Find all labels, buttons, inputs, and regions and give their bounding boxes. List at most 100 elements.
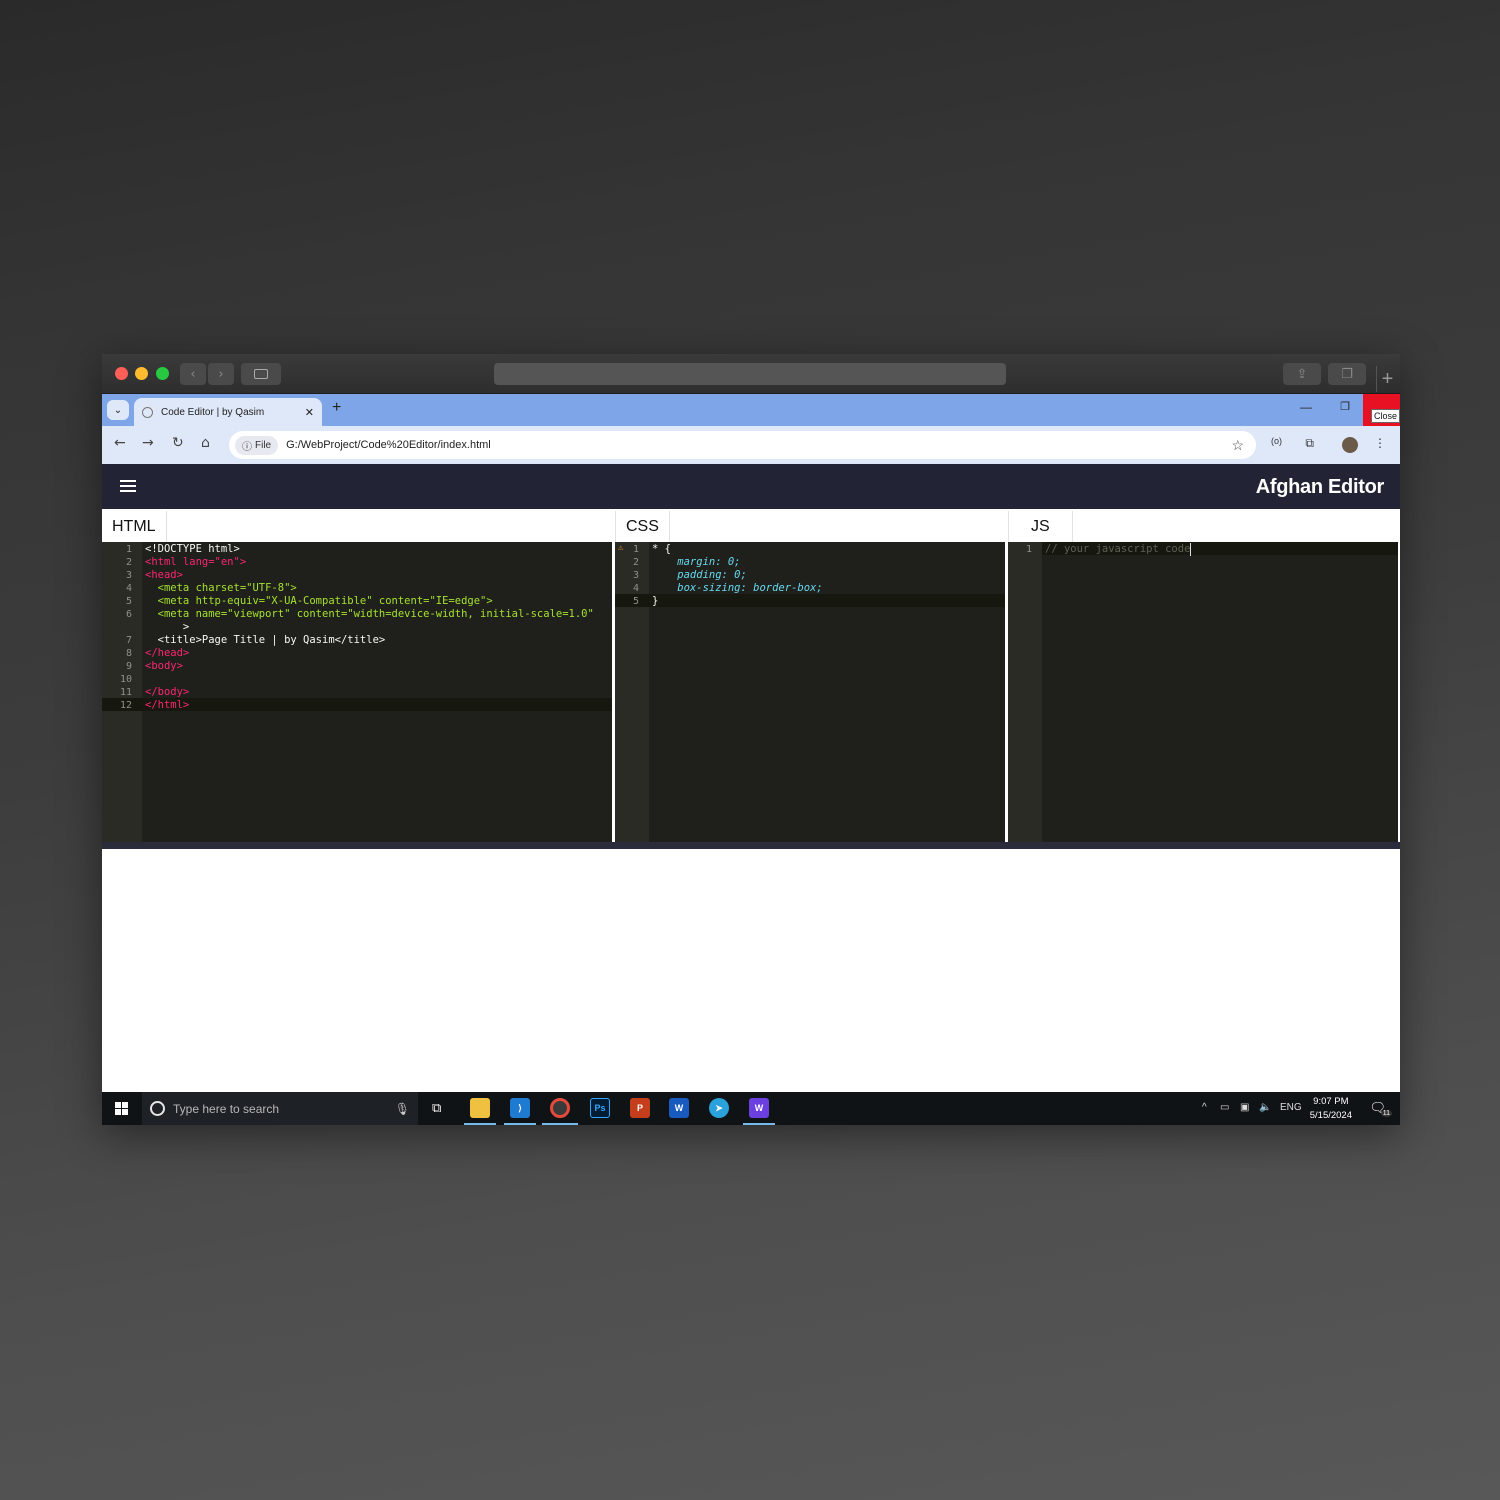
js-pane: JS 1 // your javascript code: [1008, 509, 1398, 844]
sidebar-icon: [254, 369, 268, 379]
code-line: </body>: [145, 686, 190, 698]
share-icon: ⇪: [1296, 366, 1308, 382]
resize-divider[interactable]: [102, 842, 1400, 849]
bookmark-star-icon[interactable]: ☆: [1231, 437, 1244, 454]
editors-container: HTML 1 2 3 4 5 6 7 8 9 10 11 12 <!DOCTYP…: [102, 509, 1400, 844]
powerpoint-icon[interactable]: P: [630, 1098, 650, 1118]
photoshop-icon[interactable]: Ps: [590, 1098, 610, 1118]
code-line: }: [652, 595, 659, 607]
extensions-icon[interactable]: ⧉: [1305, 436, 1314, 451]
cortana-icon: [150, 1101, 165, 1116]
code-line: <head>: [145, 569, 183, 581]
url-text: G:/WebProject/Code%20Editor/index.html: [286, 439, 491, 451]
cast-icon[interactable]: (o): [1271, 436, 1282, 446]
network-icon[interactable]: ▣: [1240, 1102, 1249, 1113]
tab-html[interactable]: HTML: [102, 511, 167, 542]
code-line: <html lang="en">: [145, 556, 247, 568]
address-bar: ← → ↻ ⌂ ⓘ File G:/WebProject/Code%20Edito…: [102, 426, 1400, 464]
line-number: 3: [125, 570, 132, 581]
site-info-chip[interactable]: ⓘ File: [235, 435, 279, 455]
css-pane: CSS ⚠ 1 2 3 4 5 * { margin: 0; padding: …: [615, 509, 1005, 844]
line-number: 6: [125, 609, 132, 620]
tab-title: Code Editor | by Qasim: [161, 406, 265, 418]
windows-taskbar: Type here to search 🎙 ⧉ ⟩ Ps P W ➤ W ^ ▭…: [102, 1092, 1400, 1125]
chevron-left-icon: ‹: [190, 366, 196, 382]
telegram-icon[interactable]: ➤: [709, 1098, 729, 1118]
code-line: // your javascript code: [1045, 543, 1192, 556]
file-explorer-icon[interactable]: [470, 1098, 490, 1118]
mac-tabs-button[interactable]: ❐: [1328, 363, 1366, 385]
info-icon: ⓘ: [242, 441, 252, 453]
window-minimize-button[interactable]: —: [1300, 400, 1312, 414]
language-indicator[interactable]: ENG: [1280, 1102, 1302, 1113]
window-restore-button[interactable]: ❐: [1340, 400, 1350, 413]
html-code-editor[interactable]: 1 2 3 4 5 6 7 8 9 10 11 12 <!DOCTYPE htm…: [102, 542, 612, 842]
chevron-up-icon[interactable]: ^: [1202, 1102, 1207, 1113]
mac-new-tab-button[interactable]: +: [1376, 366, 1398, 392]
mac-address-field[interactable]: [494, 363, 1006, 385]
html-pane: HTML 1 2 3 4 5 6 7 8 9 10 11 12 <!DOCTYP…: [102, 509, 612, 844]
code-line: padding: 0;: [652, 569, 747, 581]
tab-js[interactable]: JS: [1008, 511, 1073, 542]
back-arrow-icon[interactable]: ←: [114, 435, 126, 451]
kebab-menu-icon[interactable]: ⋮: [1374, 436, 1386, 450]
clock-date: 5/15/2024: [1309, 1110, 1352, 1121]
code-line: <!DOCTYPE html>: [145, 543, 240, 555]
microphone-icon[interactable]: 🎙: [395, 1102, 410, 1116]
brand-title: Afghan Editor: [1255, 476, 1385, 498]
taskbar-search[interactable]: Type here to search 🎙: [142, 1092, 418, 1125]
code-line: <body>: [145, 660, 183, 672]
clock-time: 9:07 PM: [1313, 1096, 1349, 1107]
app-header: Afghan Editor: [102, 464, 1400, 509]
hamburger-menu-icon[interactable]: [120, 480, 136, 495]
forward-arrow-icon[interactable]: →: [142, 435, 154, 451]
windows-start-icon[interactable]: [115, 1102, 129, 1115]
browser-tab[interactable]: Code Editor | by Qasim ✕: [134, 398, 322, 426]
tab-close-icon[interactable]: ✕: [305, 406, 314, 419]
mac-sidebar-button[interactable]: [241, 363, 281, 385]
line-number: 10: [119, 674, 132, 685]
mac-titlebar: ‹ › ⇪ ❐ +: [102, 354, 1400, 394]
line-number: 3: [632, 570, 639, 581]
notification-badge: 11: [1380, 1110, 1392, 1117]
chevron-down-icon: ⌄: [113, 404, 123, 416]
battery-icon[interactable]: ▭: [1220, 1102, 1229, 1113]
mac-forward-button[interactable]: ›: [208, 363, 234, 385]
mac-zoom-button[interactable]: [156, 367, 169, 380]
js-code-editor[interactable]: 1 // your javascript code: [1008, 542, 1398, 842]
word-icon[interactable]: W: [669, 1098, 689, 1118]
code-line: </html>: [145, 699, 190, 711]
task-view-icon[interactable]: ⧉: [432, 1100, 441, 1116]
line-number: 8: [125, 648, 132, 659]
reload-icon[interactable]: ↻: [172, 435, 184, 451]
new-tab-button[interactable]: +: [332, 399, 341, 417]
taskbar-clock[interactable]: 9:07 PM 5/15/2024: [1310, 1095, 1352, 1123]
line-number: 7: [125, 635, 132, 646]
chrome-icon[interactable]: [550, 1098, 570, 1118]
tab-search-button[interactable]: ⌄: [107, 400, 129, 420]
mac-minimize-button[interactable]: [135, 367, 148, 380]
line-number: 2: [125, 557, 132, 568]
line-number: 1: [125, 544, 132, 555]
code-line: <meta charset="UTF-8">: [145, 582, 297, 594]
url-omnibox[interactable]: ⓘ File G:/WebProject/Code%20Editor/index.…: [229, 431, 1256, 459]
mac-back-button[interactable]: ‹: [180, 363, 206, 385]
css-code-editor[interactable]: ⚠ 1 2 3 4 5 * { margin: 0; padding: 0; b…: [615, 542, 1005, 842]
mac-browser-window: ‹ › ⇪ ❐ + ⌄ Code Editor | by Qasim ✕ + —…: [102, 354, 1400, 1125]
home-icon[interactable]: ⌂: [201, 435, 210, 451]
active-indicator: [464, 1123, 496, 1125]
profile-avatar[interactable]: [1342, 437, 1358, 453]
taskbar-search-placeholder: Type here to search: [173, 1101, 280, 1116]
tab-css[interactable]: CSS: [615, 511, 670, 542]
line-gutter: [1008, 542, 1042, 842]
volume-icon[interactable]: 🔈: [1259, 1102, 1271, 1113]
app-icon[interactable]: W: [749, 1098, 769, 1118]
mac-share-button[interactable]: ⇪: [1283, 363, 1321, 385]
line-number: 12: [119, 700, 132, 711]
code-line: <meta name="viewport" content="width=dev…: [145, 608, 594, 620]
chevron-right-icon: ›: [218, 366, 224, 382]
mac-close-button[interactable]: [115, 367, 128, 380]
active-indicator: [504, 1123, 536, 1125]
vscode-icon[interactable]: ⟩: [510, 1098, 530, 1118]
tabs-icon: ❐: [1341, 366, 1353, 382]
